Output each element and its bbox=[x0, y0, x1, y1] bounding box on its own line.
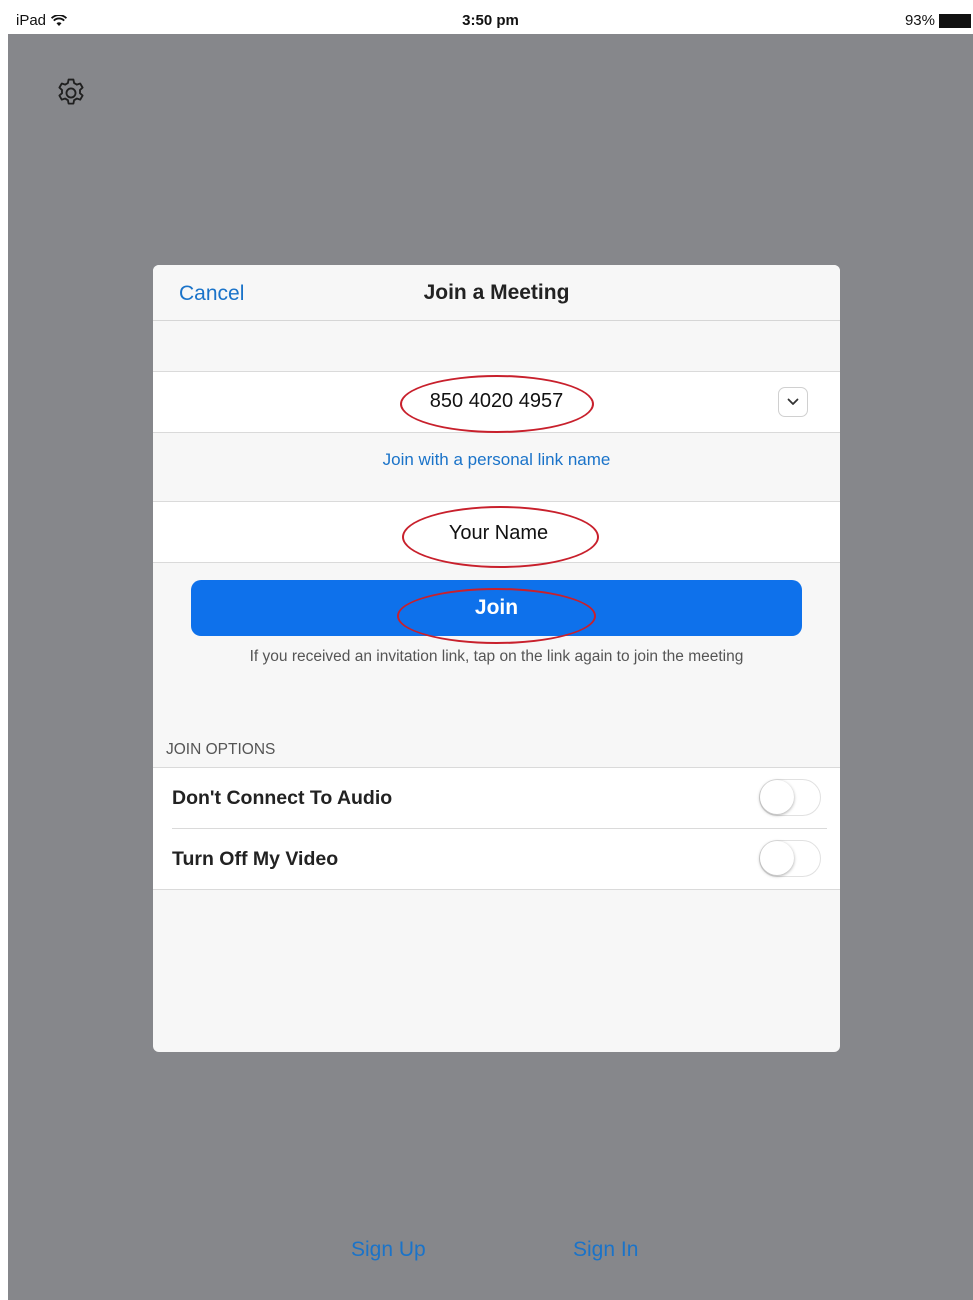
dialog-header: Cancel Join a Meeting bbox=[153, 265, 840, 321]
option-row-audio: Don't Connect To Audio bbox=[153, 768, 840, 829]
meeting-id-field[interactable]: 850 4020 4957 bbox=[153, 390, 840, 413]
name-row bbox=[153, 501, 840, 564]
gear-icon[interactable] bbox=[54, 76, 88, 110]
join-meeting-dialog: Cancel Join a Meeting 850 4020 4957 Join… bbox=[153, 265, 840, 1052]
meeting-history-dropdown[interactable] bbox=[778, 387, 808, 417]
status-bar: iPad 3:50 pm 93% bbox=[8, 8, 973, 34]
join-button[interactable]: Join bbox=[191, 580, 802, 636]
clock: 3:50 pm bbox=[462, 12, 519, 29]
sign-up-link[interactable]: Sign Up bbox=[351, 1238, 426, 1262]
toggle-knob bbox=[760, 780, 794, 814]
personal-link-button[interactable]: Join with a personal link name bbox=[153, 450, 840, 470]
app-screen: iPad 3:50 pm 93% Cancel Join a Meeting 8… bbox=[8, 8, 973, 1300]
chevron-down-icon bbox=[787, 398, 799, 405]
name-input[interactable] bbox=[153, 502, 840, 564]
video-toggle[interactable] bbox=[759, 840, 821, 877]
battery-percent: 93% bbox=[904, 12, 935, 29]
option-row-video: Turn Off My Video bbox=[153, 829, 840, 889]
invitation-hint: If you received an invitation link, tap … bbox=[249, 648, 744, 665]
battery-icon bbox=[939, 13, 971, 28]
status-right: 93% bbox=[905, 12, 971, 29]
meeting-id-row[interactable]: 850 4020 4957 bbox=[153, 371, 840, 433]
join-options-header: JOIN OPTIONS bbox=[166, 741, 276, 758]
sign-in-link[interactable]: Sign In bbox=[573, 1238, 638, 1262]
toggle-knob bbox=[760, 841, 794, 875]
dialog-title: Join a Meeting bbox=[423, 281, 570, 304]
join-options-list: Don't Connect To Audio Turn Off My Video bbox=[153, 767, 840, 890]
option-label: Turn Off My Video bbox=[172, 848, 339, 870]
audio-toggle[interactable] bbox=[759, 779, 821, 816]
option-label: Don't Connect To Audio bbox=[172, 787, 393, 809]
